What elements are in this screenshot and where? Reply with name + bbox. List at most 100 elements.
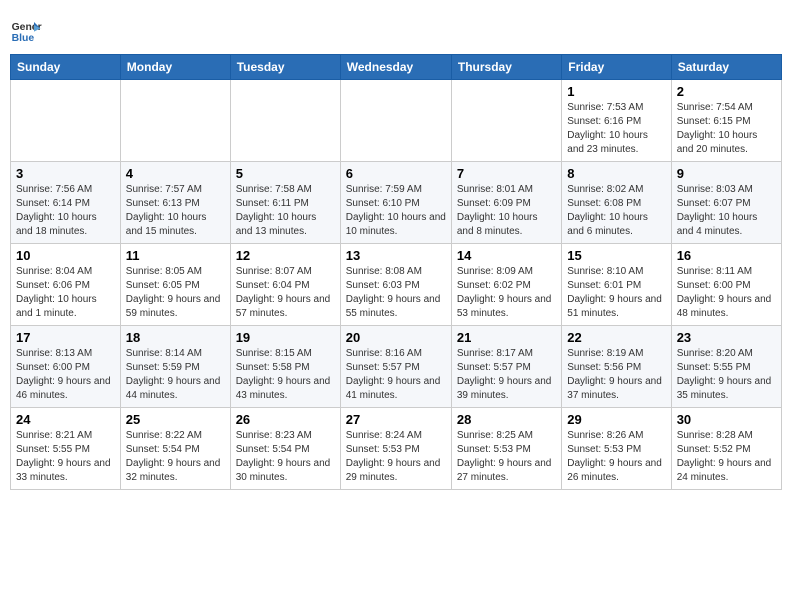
day-of-week-header: Sunday: [11, 55, 121, 80]
calendar-day-cell: 5Sunrise: 7:58 AM Sunset: 6:11 PM Daylig…: [230, 162, 340, 244]
day-of-week-header: Tuesday: [230, 55, 340, 80]
day-number: 27: [346, 412, 446, 427]
calendar-day-cell: 9 Sunrise: 8:03 AM Sunset: 6:07 PM Daylig…: [671, 162, 781, 244]
day-of-week-header: Thursday: [451, 55, 561, 80]
day-number: 29: [567, 412, 665, 427]
day-info: Sunrise: 8:09 AM Sunset: 6:02 PM Dayligh…: [457, 265, 556, 321]
day-info: Sunrise: 7:59 AM Sunset: 6:10 PM Dayligh…: [346, 183, 446, 239]
calendar-day-cell: [230, 80, 340, 162]
calendar-day-cell: 6 Sunrise: 7:59 AM Sunset: 6:10 PM Daylig…: [340, 162, 451, 244]
calendar-table: SundayMondayTuesdayWednesdayThursdayFrid…: [10, 54, 782, 490]
calendar-body: 1 Sunrise: 7:53 AM Sunset: 6:16 PM Daylig…: [11, 80, 782, 490]
calendar-day-cell: 16Sunrise: 8:11 AM Sunset: 6:00 PM Dayli…: [671, 244, 781, 326]
calendar-day-cell: 4Sunrise: 7:57 AM Sunset: 6:13 PM Daylig…: [120, 162, 230, 244]
day-info: Sunrise: 8:03 AM Sunset: 6:07 PM Dayligh…: [677, 183, 776, 239]
calendar-day-cell: [340, 80, 451, 162]
calendar-day-cell: 26 Sunrise: 8:23 AM Sunset: 5:54 PM Dayli…: [230, 408, 340, 490]
page-header: General Blue: [10, 10, 782, 46]
day-info: Sunrise: 8:19 AM Sunset: 5:56 PM Dayligh…: [567, 347, 665, 403]
calendar-day-cell: 19Sunrise: 8:15 AM Sunset: 5:58 PM Dayli…: [230, 326, 340, 408]
day-number: 8: [567, 166, 665, 181]
day-number: 9: [677, 166, 776, 181]
days-of-week-row: SundayMondayTuesdayWednesdayThursdayFrid…: [11, 55, 782, 80]
calendar-day-cell: 11 Sunrise: 8:05 AM Sunset: 6:05 PM Dayli…: [120, 244, 230, 326]
day-number: 12: [236, 248, 335, 263]
day-info: Sunrise: 8:20 AM Sunset: 5:55 PM Dayligh…: [677, 347, 776, 403]
calendar-day-cell: 21 Sunrise: 8:17 AM Sunset: 5:57 PM Dayli…: [451, 326, 561, 408]
calendar-day-cell: 17 Sunrise: 8:13 AM Sunset: 6:00 PM Dayli…: [11, 326, 121, 408]
calendar-day-cell: 28 Sunrise: 8:25 AM Sunset: 5:53 PM Dayli…: [451, 408, 561, 490]
calendar-day-cell: 20 Sunrise: 8:16 AM Sunset: 5:57 PM Dayli…: [340, 326, 451, 408]
day-number: 28: [457, 412, 556, 427]
day-info: Sunrise: 8:01 AM Sunset: 6:09 PM Dayligh…: [457, 183, 556, 239]
day-info: Sunrise: 8:23 AM Sunset: 5:54 PM Dayligh…: [236, 429, 335, 485]
day-number: 19: [236, 330, 335, 345]
day-info: Sunrise: 8:07 AM Sunset: 6:04 PM Dayligh…: [236, 265, 335, 321]
logo: General Blue: [10, 14, 46, 46]
day-info: Sunrise: 8:16 AM Sunset: 5:57 PM Dayligh…: [346, 347, 446, 403]
day-info: Sunrise: 8:22 AM Sunset: 5:54 PM Dayligh…: [126, 429, 225, 485]
day-number: 5: [236, 166, 335, 181]
day-number: 23: [677, 330, 776, 345]
calendar-day-cell: 3 Sunrise: 7:56 AM Sunset: 6:14 PM Daylig…: [11, 162, 121, 244]
calendar-day-cell: 25Sunrise: 8:22 AM Sunset: 5:54 PM Dayli…: [120, 408, 230, 490]
day-info: Sunrise: 8:04 AM Sunset: 6:06 PM Dayligh…: [16, 265, 115, 321]
day-number: 2: [677, 84, 776, 99]
day-info: Sunrise: 7:53 AM Sunset: 6:16 PM Dayligh…: [567, 101, 665, 157]
day-number: 24: [16, 412, 115, 427]
calendar-day-cell: 18 Sunrise: 8:14 AM Sunset: 5:59 PM Dayli…: [120, 326, 230, 408]
day-number: 6: [346, 166, 446, 181]
day-number: 3: [16, 166, 115, 181]
day-number: 21: [457, 330, 556, 345]
calendar-week-row: 1 Sunrise: 7:53 AM Sunset: 6:16 PM Daylig…: [11, 80, 782, 162]
day-number: 30: [677, 412, 776, 427]
day-of-week-header: Monday: [120, 55, 230, 80]
day-info: Sunrise: 8:10 AM Sunset: 6:01 PM Dayligh…: [567, 265, 665, 321]
day-number: 18: [126, 330, 225, 345]
day-number: 1: [567, 84, 665, 99]
day-info: Sunrise: 8:14 AM Sunset: 5:59 PM Dayligh…: [126, 347, 225, 403]
day-number: 20: [346, 330, 446, 345]
day-of-week-header: Wednesday: [340, 55, 451, 80]
day-info: Sunrise: 8:05 AM Sunset: 6:05 PM Dayligh…: [126, 265, 225, 321]
day-info: Sunrise: 7:56 AM Sunset: 6:14 PM Dayligh…: [16, 183, 115, 239]
calendar-day-cell: 8 Sunrise: 8:02 AM Sunset: 6:08 PM Daylig…: [562, 162, 671, 244]
day-number: 4: [126, 166, 225, 181]
day-number: 15: [567, 248, 665, 263]
day-info: Sunrise: 8:13 AM Sunset: 6:00 PM Dayligh…: [16, 347, 115, 403]
calendar-week-row: 10 Sunrise: 8:04 AM Sunset: 6:06 PM Dayli…: [11, 244, 782, 326]
calendar-header: SundayMondayTuesdayWednesdayThursdayFrid…: [11, 55, 782, 80]
calendar-day-cell: 7 Sunrise: 8:01 AM Sunset: 6:09 PM Daylig…: [451, 162, 561, 244]
calendar-day-cell: [451, 80, 561, 162]
calendar-day-cell: 24 Sunrise: 8:21 AM Sunset: 5:55 PM Dayli…: [11, 408, 121, 490]
day-number: 14: [457, 248, 556, 263]
day-info: Sunrise: 8:08 AM Sunset: 6:03 PM Dayligh…: [346, 265, 446, 321]
day-number: 7: [457, 166, 556, 181]
calendar-week-row: 24 Sunrise: 8:21 AM Sunset: 5:55 PM Dayli…: [11, 408, 782, 490]
calendar-day-cell: 2 Sunrise: 7:54 AM Sunset: 6:15 PM Daylig…: [671, 80, 781, 162]
calendar-day-cell: 15 Sunrise: 8:10 AM Sunset: 6:01 PM Dayli…: [562, 244, 671, 326]
day-info: Sunrise: 8:21 AM Sunset: 5:55 PM Dayligh…: [16, 429, 115, 485]
day-info: Sunrise: 7:54 AM Sunset: 6:15 PM Dayligh…: [677, 101, 776, 157]
calendar-week-row: 3 Sunrise: 7:56 AM Sunset: 6:14 PM Daylig…: [11, 162, 782, 244]
day-number: 10: [16, 248, 115, 263]
day-info: Sunrise: 8:17 AM Sunset: 5:57 PM Dayligh…: [457, 347, 556, 403]
logo-icon: General Blue: [10, 14, 42, 46]
day-info: Sunrise: 8:02 AM Sunset: 6:08 PM Dayligh…: [567, 183, 665, 239]
day-info: Sunrise: 8:26 AM Sunset: 5:53 PM Dayligh…: [567, 429, 665, 485]
calendar-day-cell: 1 Sunrise: 7:53 AM Sunset: 6:16 PM Daylig…: [562, 80, 671, 162]
calendar-day-cell: [11, 80, 121, 162]
calendar-day-cell: 13Sunrise: 8:08 AM Sunset: 6:03 PM Dayli…: [340, 244, 451, 326]
day-number: 22: [567, 330, 665, 345]
day-info: Sunrise: 8:11 AM Sunset: 6:00 PM Dayligh…: [677, 265, 776, 321]
day-number: 26: [236, 412, 335, 427]
day-info: Sunrise: 8:25 AM Sunset: 5:53 PM Dayligh…: [457, 429, 556, 485]
day-info: Sunrise: 8:24 AM Sunset: 5:53 PM Dayligh…: [346, 429, 446, 485]
calendar-day-cell: [120, 80, 230, 162]
calendar-day-cell: 12 Sunrise: 8:07 AM Sunset: 6:04 PM Dayli…: [230, 244, 340, 326]
svg-text:Blue: Blue: [12, 33, 35, 44]
day-number: 11: [126, 248, 225, 263]
day-of-week-header: Friday: [562, 55, 671, 80]
calendar-day-cell: 30Sunrise: 8:28 AM Sunset: 5:52 PM Dayli…: [671, 408, 781, 490]
day-number: 17: [16, 330, 115, 345]
